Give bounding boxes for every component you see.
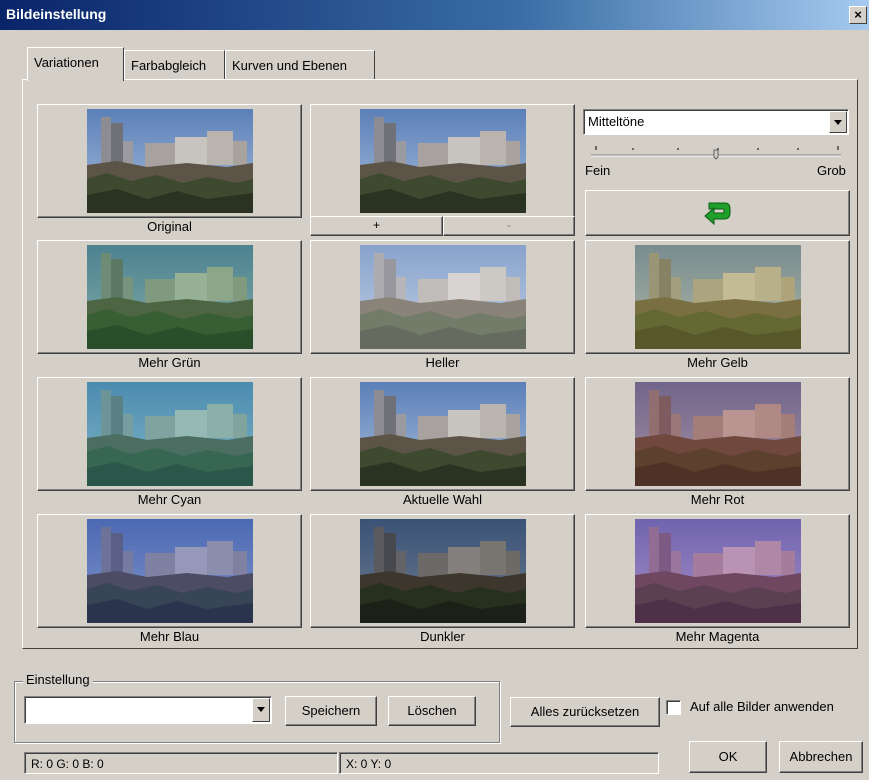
slider-track: [591, 146, 841, 160]
chevron-down-icon[interactable]: [829, 111, 847, 133]
preset-select[interactable]: [24, 696, 272, 724]
cliff-town-photo: [86, 109, 253, 213]
variation-thumbnail: [359, 382, 526, 486]
apply-all-label: Auf alle Bilder anwenden: [690, 699, 834, 714]
variation-more-blue-button[interactable]: [37, 514, 302, 628]
undo-button[interactable]: [585, 190, 850, 236]
tab-label: Farbabgleich: [131, 58, 207, 73]
undo-arrow-icon: [703, 202, 730, 226]
tab-label: Kurven und Ebenen: [232, 58, 347, 73]
tab-farbabgleich[interactable]: Farbabgleich: [124, 50, 225, 80]
original-image-button[interactable]: [37, 104, 302, 218]
variation-more-red-button[interactable]: [585, 377, 850, 491]
variation-label: Dunkler: [420, 629, 465, 644]
variation-label: Mehr Grün: [138, 355, 201, 370]
fineness-slider[interactable]: [583, 140, 849, 162]
rgb-readout: R: 0 G: 0 B: 0: [24, 752, 338, 774]
current-thumbnail: [359, 109, 526, 213]
tab-label: Variationen: [34, 55, 99, 70]
variation-label: Mehr Cyan: [137, 492, 202, 507]
slider-thumb[interactable]: [713, 149, 719, 160]
variation-thumbnail: [86, 382, 253, 486]
chevron-down-icon[interactable]: [252, 698, 270, 722]
variation-thumbnail: [634, 382, 801, 486]
variation-label: Mehr Rot: [690, 492, 745, 507]
original-thumbnail: [86, 109, 253, 213]
slider-ticks: [595, 146, 839, 150]
variation-thumbnail: [86, 245, 253, 349]
minus-button[interactable]: -: [443, 216, 575, 236]
variation-darker-button[interactable]: [310, 514, 575, 628]
cliff-town-photo: [359, 382, 526, 486]
variation-more-yellow-button[interactable]: [585, 240, 850, 354]
tone-select-value: Mitteltöne: [588, 114, 645, 129]
window-title: Bildeinstellung: [6, 6, 107, 22]
variation-thumbnail: [634, 519, 801, 623]
title-bar: Bildeinstellung ×: [0, 0, 869, 30]
tone-select[interactable]: Mitteltöne: [583, 109, 849, 135]
delete-button[interactable]: Löschen: [388, 696, 476, 726]
apply-all-checkbox[interactable]: [666, 700, 681, 715]
variation-label: Mehr Gelb: [687, 355, 748, 370]
save-button[interactable]: Speichern: [285, 696, 377, 726]
variation-thumbnail: [86, 519, 253, 623]
tab-variationen[interactable]: Variationen: [27, 47, 124, 81]
close-icon[interactable]: ×: [849, 6, 867, 24]
reset-all-button[interactable]: Alles zurücksetzen: [510, 697, 660, 727]
variation-thumbnail: [359, 245, 526, 349]
variation-label: Mehr Magenta: [675, 629, 760, 644]
original-label: Original: [147, 219, 192, 234]
variation-label: Mehr Blau: [139, 629, 200, 644]
slider-max-label: Grob: [817, 163, 846, 178]
variation-more-cyan-button[interactable]: [37, 377, 302, 491]
slider-min-label: Fein: [585, 163, 611, 178]
variation-current-choice-button[interactable]: [310, 377, 575, 491]
xy-readout: X: 0 Y: 0: [339, 752, 659, 774]
variation-label: Aktuelle Wahl: [403, 492, 482, 507]
variation-thumbnail: [359, 519, 526, 623]
plus-button[interactable]: +: [310, 216, 443, 236]
cliff-town-photo: [359, 109, 526, 213]
preset-group-label: Einstellung: [23, 672, 93, 687]
variation-thumbnail: [634, 245, 801, 349]
variation-more-green-button[interactable]: [37, 240, 302, 354]
ok-button[interactable]: OK: [689, 741, 767, 773]
variation-label: Heller: [425, 355, 460, 370]
current-reference-button[interactable]: [310, 104, 575, 218]
cancel-button[interactable]: Abbrechen: [779, 741, 863, 773]
variation-more-magenta-button[interactable]: [585, 514, 850, 628]
variation-lighter-button[interactable]: [310, 240, 575, 354]
tab-kurven-und-ebenen[interactable]: Kurven und Ebenen: [225, 50, 375, 80]
